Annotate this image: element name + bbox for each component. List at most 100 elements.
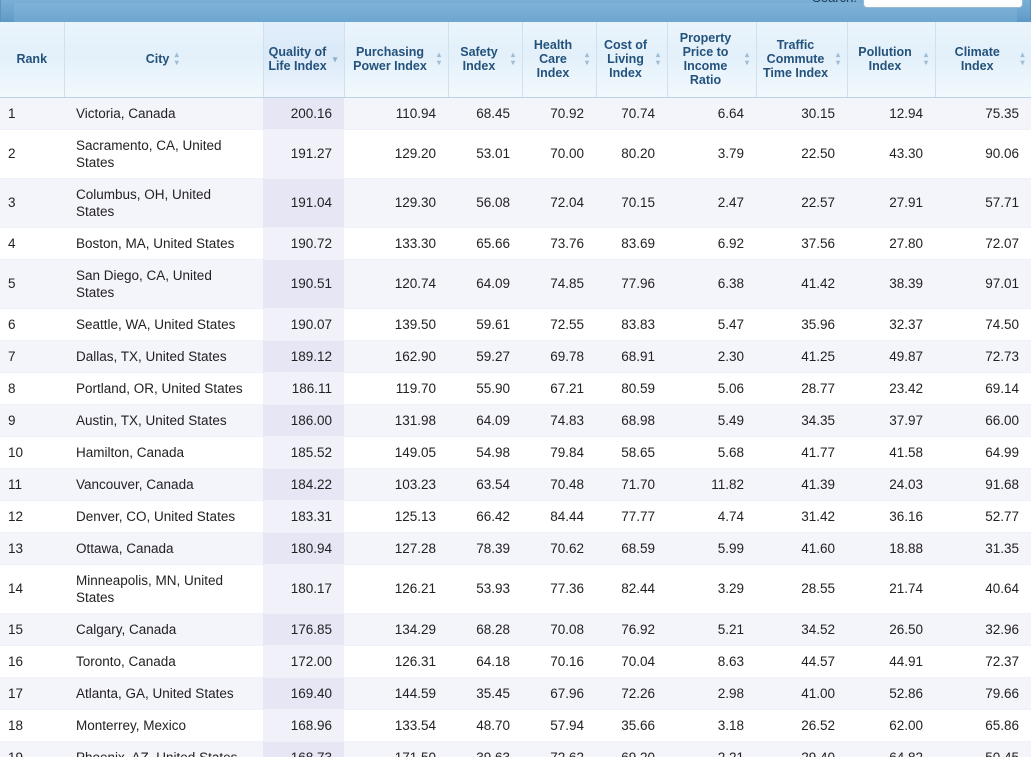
table-row[interactable]: 8 Portland, OR, United States 186.11 119.70… — [0, 372, 1031, 405]
column-header-city[interactable]: City ▴ ▾ — [64, 22, 264, 98]
cell-poll: 12.94 — [847, 97, 935, 130]
column-header-col[interactable]: Cost of Living Index ▴ ▾ — [596, 22, 668, 98]
column-header-ppi[interactable]: Purchasing Power Index ▴ ▾ — [344, 22, 449, 98]
column-header-label: City — [145, 52, 170, 67]
cell-ppi: 144.59 — [344, 677, 448, 710]
sort-both-icon[interactable]: ▴ ▾ — [654, 51, 663, 67]
column-header-inner: Climate Index ▴ ▾ — [940, 45, 1028, 73]
column-header-label: Rank — [16, 52, 48, 67]
table-row[interactable]: 9 Austin, TX, United States 186.00 131.98 64… — [0, 404, 1031, 437]
table-row[interactable]: 19 Phoenix, AZ, United States 168.73 171.50… — [0, 741, 1031, 757]
search-label: Search: — [812, 0, 857, 5]
cell-col: 76.92 — [596, 613, 667, 646]
cell-safety: 35.45 — [448, 677, 522, 710]
cell-prop: 2.98 — [667, 677, 756, 710]
sort-both-icon[interactable]: ▴ ▾ — [172, 51, 181, 67]
cell-health: 72.62 — [522, 741, 596, 757]
cell-qol: 190.72 — [263, 227, 344, 260]
table-row[interactable]: 15 Calgary, Canada 176.85 134.29 68.28 70.08 7… — [0, 613, 1031, 646]
sort-both-icon[interactable]: ▴ ▾ — [509, 51, 518, 67]
sort-both-icon[interactable]: ▴ ▾ — [834, 51, 843, 67]
table-row[interactable]: 12 Denver, CO, United States 183.31 125.13 6… — [0, 500, 1031, 533]
column-header-qol[interactable]: Quality of Life Index ▾ — [263, 22, 345, 98]
table-row[interactable]: 10 Hamilton, Canada 185.52 149.05 54.98 79.84… — [0, 436, 1031, 469]
column-header-poll[interactable]: Pollution Index ▴ ▾ — [847, 22, 936, 98]
table-row[interactable]: 16 Toronto, Canada 172.00 126.31 64.18 70.16 7… — [0, 645, 1031, 678]
sort-both-icon[interactable]: ▴ ▾ — [1018, 51, 1027, 67]
column-header-prop[interactable]: Property Price to Income Ratio ▴ ▾ — [667, 22, 757, 98]
cell-ppi: 126.31 — [344, 645, 448, 678]
sort-both-icon[interactable]: ▴ ▾ — [583, 51, 592, 67]
table-row[interactable]: 18 Monterrey, Mexico 168.96 133.54 48.70 57.9… — [0, 709, 1031, 742]
cell-city: Dallas, TX, United States — [64, 340, 263, 373]
cell-poll: 64.82 — [847, 741, 935, 757]
table-row[interactable]: 1 Victoria, Canada 200.16 110.94 68.45 70.92 7… — [0, 97, 1031, 130]
sort-both-icon[interactable]: ▴ ▾ — [743, 51, 752, 67]
table-row[interactable]: 6 Seattle, WA, United States 190.07 139.50 5… — [0, 308, 1031, 341]
cell-qol: 190.51 — [263, 259, 344, 309]
cell-rank: 15 — [0, 613, 64, 646]
table-row[interactable]: 7 Dallas, TX, United States 189.12 162.90 59… — [0, 340, 1031, 373]
column-header-label: Quality of Life Index — [268, 45, 327, 74]
column-header-label: Cost of Living Index — [603, 38, 648, 81]
cell-col: 77.77 — [596, 500, 667, 533]
cell-ppi: 119.70 — [344, 372, 448, 405]
cell-traffic: 41.39 — [756, 468, 847, 501]
cell-climate: 69.14 — [935, 372, 1031, 405]
cell-qol: 191.27 — [263, 129, 344, 179]
cell-poll: 44.91 — [847, 645, 935, 678]
table-row[interactable]: 5 San Diego, CA, United States 190.51 120.7… — [0, 259, 1031, 309]
cell-qol: 176.85 — [263, 613, 344, 646]
cell-rank: 6 — [0, 308, 64, 341]
cell-health: 70.62 — [522, 532, 596, 565]
column-header-health[interactable]: Health Care Index ▴ ▾ — [522, 22, 597, 98]
sort-both-icon[interactable]: ▴ ▾ — [922, 51, 931, 67]
cell-prop: 5.47 — [667, 308, 756, 341]
table-row[interactable]: 11 Vancouver, Canada 184.22 103.23 63.54 70.4… — [0, 468, 1031, 501]
cell-traffic: 22.57 — [756, 178, 847, 228]
cell-poll: 23.42 — [847, 372, 935, 405]
cell-city: Atlanta, GA, United States — [64, 677, 263, 710]
cell-col: 80.20 — [596, 129, 667, 179]
column-header-safety[interactable]: Safety Index ▴ ▾ — [448, 22, 523, 98]
cell-qol: 190.07 — [263, 308, 344, 341]
cell-safety: 63.54 — [448, 468, 522, 501]
cell-prop: 3.18 — [667, 709, 756, 742]
cell-climate: 32.96 — [935, 613, 1031, 646]
cell-health: 57.94 — [522, 709, 596, 742]
sort-both-icon[interactable]: ▴ ▾ — [435, 51, 444, 67]
cell-city: Columbus, OH, United States — [64, 178, 263, 228]
cell-col: 82.44 — [596, 564, 667, 614]
cell-safety: 66.42 — [448, 500, 522, 533]
column-header-inner: Rank — [16, 52, 47, 66]
cell-prop: 2.30 — [667, 340, 756, 373]
cell-col: 68.91 — [596, 340, 667, 373]
column-header-climate[interactable]: Climate Index ▴ ▾ — [935, 22, 1031, 98]
cell-rank: 3 — [0, 178, 64, 228]
cell-health: 70.16 — [522, 645, 596, 678]
cell-qol: 183.31 — [263, 500, 344, 533]
cell-climate: 75.35 — [935, 97, 1031, 130]
table-row[interactable]: 17 Atlanta, GA, United States 169.40 144.59… — [0, 677, 1031, 710]
table-row[interactable]: 13 Ottawa, Canada 180.94 127.28 78.39 70.62 68… — [0, 532, 1031, 565]
table-row[interactable]: 14 Minneapolis, MN, United States 180.17 12… — [0, 564, 1031, 614]
column-header-traffic[interactable]: Traffic Commute Time Index ▴ ▾ — [756, 22, 848, 98]
column-header-label: Safety Index — [460, 45, 498, 74]
cell-col: 70.04 — [596, 645, 667, 678]
table-row[interactable]: 4 Boston, MA, United States 190.72 133.30 65… — [0, 227, 1031, 260]
table-row[interactable]: 3 Columbus, OH, United States 191.04 129.30… — [0, 178, 1031, 228]
table-row[interactable]: 2 Sacramento, CA, United States 191.27 129.… — [0, 129, 1031, 179]
cell-rank: 2 — [0, 129, 64, 179]
cell-traffic: 30.15 — [756, 97, 847, 130]
search-control[interactable]: Search: — [812, 0, 1023, 8]
cell-health: 67.21 — [522, 372, 596, 405]
sort-desc-icon[interactable]: ▾ — [331, 55, 340, 64]
cell-safety: 54.98 — [448, 436, 522, 469]
cell-prop: 6.64 — [667, 97, 756, 130]
cell-qol: 180.17 — [263, 564, 344, 614]
cell-city: Sacramento, CA, United States — [64, 129, 263, 179]
cell-prop: 5.99 — [667, 532, 756, 565]
search-input[interactable] — [863, 0, 1023, 8]
cell-qol: 186.11 — [263, 372, 344, 405]
cell-climate: 31.35 — [935, 532, 1031, 565]
